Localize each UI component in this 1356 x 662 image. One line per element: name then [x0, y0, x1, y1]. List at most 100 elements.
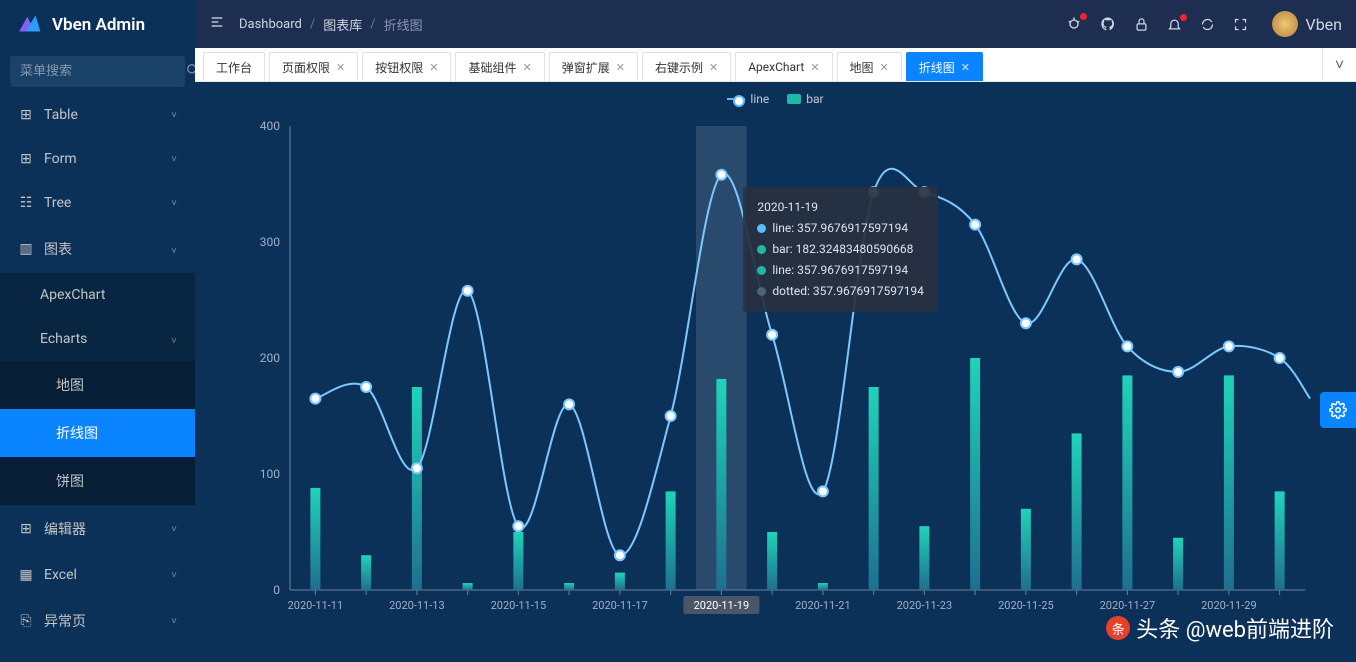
- close-icon[interactable]: ✕: [523, 61, 532, 74]
- menu-label: Excel: [44, 567, 77, 583]
- bar[interactable]: [1122, 375, 1132, 590]
- line-point[interactable]: [1173, 367, 1183, 377]
- menu-label: Form: [44, 151, 77, 167]
- sidebar-item-异常页[interactable]: ⎘异常页˅: [0, 597, 195, 645]
- sidebar-item-饼图[interactable]: 饼图: [0, 457, 195, 505]
- bar[interactable]: [412, 387, 422, 590]
- line-point[interactable]: [1122, 341, 1132, 351]
- tab-折线图[interactable]: 折线图✕: [906, 52, 983, 81]
- menu-search[interactable]: [10, 56, 185, 87]
- line-point[interactable]: [818, 486, 828, 496]
- fullscreen-icon[interactable]: [1233, 17, 1248, 32]
- chart-svg[interactable]: 01002003004002020-11-112020-11-132020-11…: [195, 110, 1335, 630]
- sidebar-item-Excel[interactable]: ▦Excel˅: [0, 553, 195, 597]
- bar[interactable]: [310, 488, 320, 590]
- legend-line[interactable]: line: [727, 92, 769, 106]
- sidebar-item-Form[interactable]: ⊞Form˅: [0, 137, 195, 181]
- search-input[interactable]: [20, 64, 186, 79]
- line-point[interactable]: [463, 286, 473, 296]
- bar[interactable]: [919, 526, 929, 590]
- menu-icon: ▥: [18, 241, 34, 257]
- line-point[interactable]: [564, 399, 574, 409]
- close-icon[interactable]: ✕: [709, 61, 718, 74]
- bell-icon[interactable]: [1167, 17, 1182, 32]
- breadcrumb-item[interactable]: Dashboard: [239, 17, 302, 32]
- bar[interactable]: [513, 532, 523, 590]
- sidebar-item-图表[interactable]: ▥图表˄: [0, 225, 195, 273]
- breadcrumb-item[interactable]: 图表库: [323, 15, 362, 34]
- sidebar-item-折线图[interactable]: 折线图: [0, 409, 195, 457]
- tab-页面权限[interactable]: 页面权限✕: [269, 52, 358, 81]
- bar[interactable]: [716, 379, 726, 590]
- y-tick: 300: [260, 235, 280, 249]
- sidebar-item-Table[interactable]: ⊞Table˅: [0, 93, 195, 137]
- chevron-icon: ˅: [171, 616, 177, 627]
- line-point[interactable]: [310, 394, 320, 404]
- bar[interactable]: [1021, 509, 1031, 590]
- tab-基础组件[interactable]: 基础组件✕: [455, 52, 544, 81]
- line-point[interactable]: [869, 187, 879, 197]
- menu-label: Echarts: [40, 331, 87, 347]
- line-point[interactable]: [615, 550, 625, 560]
- bar[interactable]: [970, 358, 980, 590]
- tab-弹窗扩展[interactable]: 弹窗扩展✕: [549, 52, 638, 81]
- app-logo[interactable]: Vben Admin: [0, 0, 195, 50]
- close-icon[interactable]: ✕: [429, 61, 438, 74]
- line-point[interactable]: [361, 382, 371, 392]
- line-point[interactable]: [716, 170, 726, 180]
- bar[interactable]: [1173, 538, 1183, 590]
- bar[interactable]: [615, 573, 625, 590]
- sidebar: Vben Admin ⊞Table˅⊞Form˅☷Tree˅▥图表˄ApexCh…: [0, 0, 195, 662]
- legend-bar[interactable]: bar: [787, 92, 823, 106]
- bug-icon[interactable]: [1066, 16, 1082, 32]
- tab-地图[interactable]: 地图✕: [837, 52, 902, 81]
- sidebar-item-地图[interactable]: 地图: [0, 361, 195, 409]
- bar[interactable]: [564, 583, 574, 590]
- sidebar-item-ApexChart[interactable]: ApexChart: [0, 273, 195, 317]
- bar[interactable]: [1224, 375, 1234, 590]
- line-point[interactable]: [970, 220, 980, 230]
- bar[interactable]: [463, 583, 473, 590]
- x-tick: 2020-11-29: [1201, 599, 1257, 612]
- x-tick: 2020-11-21: [795, 599, 851, 612]
- line-point[interactable]: [1275, 353, 1285, 363]
- lock-icon[interactable]: [1134, 17, 1149, 32]
- close-icon[interactable]: ✕: [810, 61, 819, 74]
- tab-工作台[interactable]: 工作台: [203, 52, 265, 81]
- line-point[interactable]: [1072, 254, 1082, 264]
- line-point[interactable]: [412, 463, 422, 473]
- github-icon[interactable]: [1100, 16, 1116, 32]
- sidebar-item-Echarts[interactable]: Echarts˄: [0, 317, 195, 361]
- bar[interactable]: [767, 532, 777, 590]
- close-icon[interactable]: ✕: [336, 61, 345, 74]
- bar[interactable]: [869, 387, 879, 590]
- refresh-icon[interactable]: [1200, 17, 1215, 32]
- line-series[interactable]: [315, 169, 1310, 556]
- line-point[interactable]: [513, 521, 523, 531]
- close-icon[interactable]: ✕: [616, 61, 625, 74]
- line-point[interactable]: [919, 187, 929, 197]
- bar[interactable]: [666, 491, 676, 590]
- x-tick: 2020-11-19: [694, 599, 750, 612]
- settings-fab[interactable]: [1320, 392, 1356, 428]
- y-tick: 0: [273, 583, 280, 597]
- line-point[interactable]: [1224, 341, 1234, 351]
- tab-右键示例[interactable]: 右键示例✕: [642, 52, 731, 81]
- bar[interactable]: [1072, 433, 1082, 590]
- close-icon[interactable]: ✕: [961, 61, 970, 74]
- line-point[interactable]: [1021, 318, 1031, 328]
- tab-按钮权限[interactable]: 按钮权限✕: [362, 52, 451, 81]
- chevron-icon: ˅: [171, 570, 177, 581]
- tab-ApexChart[interactable]: ApexChart✕: [735, 52, 832, 81]
- tab-dropdown[interactable]: ˅: [1322, 48, 1356, 81]
- sidebar-item-编辑器[interactable]: ⊞编辑器˅: [0, 505, 195, 553]
- line-point[interactable]: [767, 330, 777, 340]
- line-point[interactable]: [666, 411, 676, 421]
- bar[interactable]: [361, 555, 371, 590]
- close-icon[interactable]: ✕: [880, 61, 889, 74]
- sidebar-item-Tree[interactable]: ☷Tree˅: [0, 181, 195, 225]
- user-menu[interactable]: Vben: [1266, 11, 1343, 37]
- bar[interactable]: [818, 583, 828, 590]
- menu-toggle-icon[interactable]: [209, 14, 225, 34]
- bar[interactable]: [1275, 491, 1285, 590]
